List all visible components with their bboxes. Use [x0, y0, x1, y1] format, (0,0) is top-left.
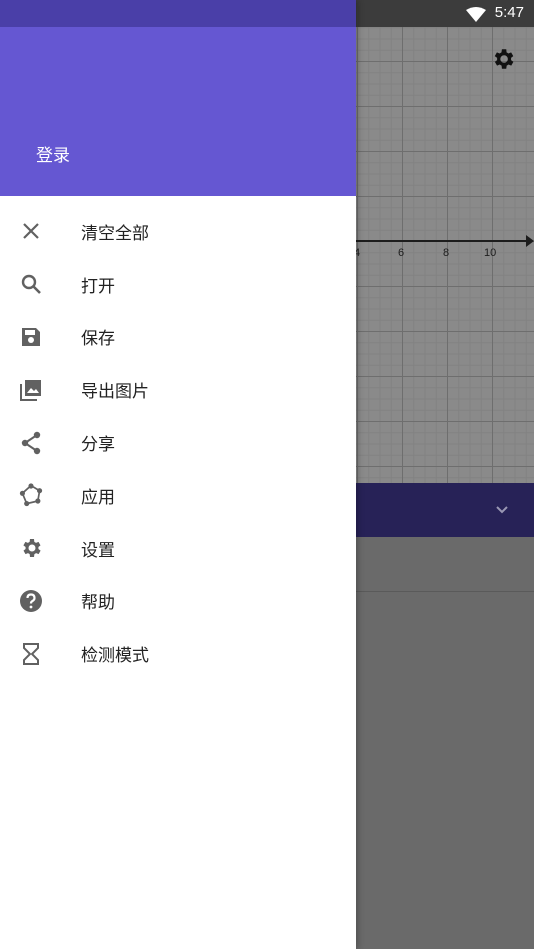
menu-item-save[interactable]: 保存 [0, 311, 356, 364]
menu-item-label: 检测模式 [81, 646, 149, 667]
chevron-down-icon[interactable] [494, 501, 510, 517]
menu-item-export-image[interactable]: 导出图片 [0, 363, 356, 416]
menu-item-exam-mode[interactable]: 检测模式 [0, 627, 356, 680]
search-icon [19, 272, 43, 296]
menu-item-apps[interactable]: 应用 [0, 469, 356, 522]
apps-icon [19, 483, 43, 507]
menu-item-share[interactable]: 分享 [0, 416, 356, 469]
share-icon [19, 431, 43, 455]
menu-item-label: 分享 [81, 435, 115, 456]
gear-icon[interactable] [490, 46, 516, 72]
menu-item-label: 清空全部 [81, 223, 149, 244]
drawer-header: 登录 [0, 27, 356, 196]
gear-icon [19, 536, 43, 560]
hourglass-icon [19, 642, 43, 666]
x-tick-label: 6 [398, 247, 405, 259]
login-link[interactable]: 登录 [36, 141, 70, 166]
drawer-status-bar [0, 0, 356, 27]
menu-item-label: 打开 [81, 276, 115, 297]
close-icon [19, 219, 43, 243]
status-time: 5:47 [494, 4, 524, 21]
menu-item-label: 应用 [81, 487, 115, 508]
menu-item-clear-all[interactable]: 清空全部 [0, 205, 356, 258]
menu-item-label: 保存 [81, 329, 115, 350]
menu-item-label: 帮助 [81, 593, 115, 614]
menu-item-label: 设置 [81, 540, 115, 561]
x-axis-arrow [526, 235, 534, 247]
wifi-icon [466, 7, 486, 22]
drawer-menu: 清空全部 打开 保存 导出图片 分享 应用 设置 帮助 检测模式 [0, 205, 356, 680]
menu-item-help[interactable]: 帮助 [0, 575, 356, 628]
help-icon [19, 589, 43, 613]
menu-item-settings[interactable]: 设置 [0, 522, 356, 575]
x-tick-label: 8 [443, 247, 450, 259]
menu-item-open[interactable]: 打开 [0, 258, 356, 311]
save-icon [19, 325, 43, 349]
menu-item-label: 导出图片 [81, 382, 149, 403]
navigation-drawer: 登录 清空全部 打开 保存 导出图片 分享 应用 设置 帮助 检测模式 [0, 0, 356, 949]
image-export-icon [19, 378, 43, 402]
x-tick-label: 10 [484, 247, 497, 259]
